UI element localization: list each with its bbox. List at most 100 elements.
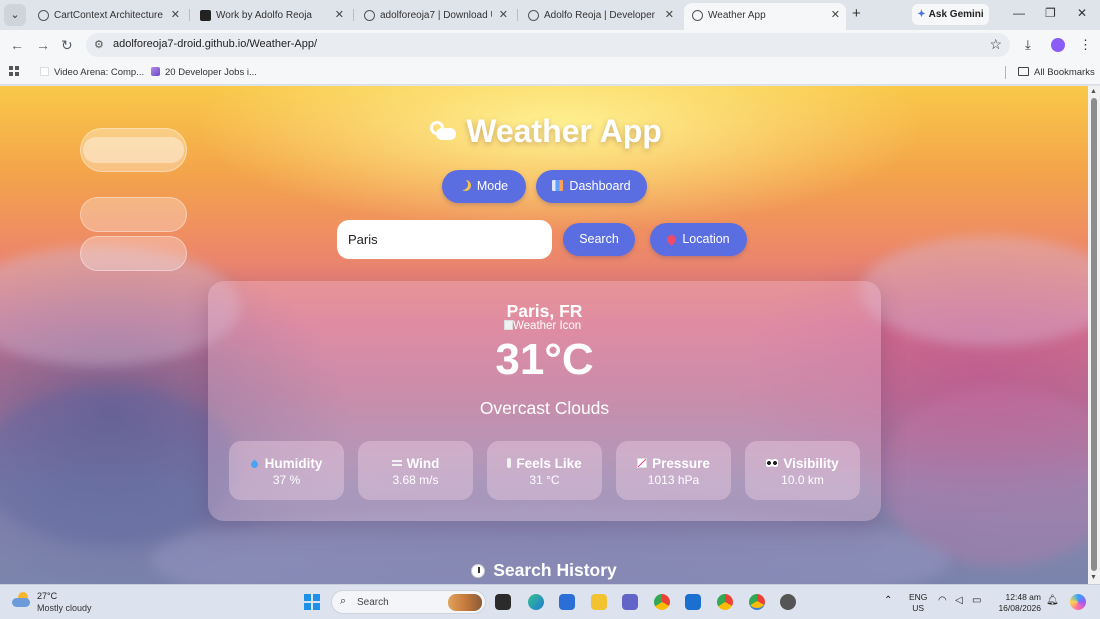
widget-condition[interactable]: Mostly cloudy	[37, 603, 92, 613]
chrome-profile-icon[interactable]	[717, 594, 733, 610]
stat-label: Humidity	[264, 456, 323, 471]
site-settings-icon[interactable]: ⚙	[94, 38, 104, 51]
sun-cloud-icon	[426, 118, 457, 144]
store-icon[interactable]	[685, 594, 701, 610]
bookmark-star-icon[interactable]: ☆	[989, 36, 1002, 53]
city-search-input[interactable]	[337, 220, 552, 259]
stat-value: 10.0 km	[781, 473, 824, 487]
page-icon	[40, 67, 49, 76]
tab-title: Work by Adolfo Reoja	[216, 10, 312, 21]
ask-gemini-button[interactable]: ✦ Ask Gemini	[912, 4, 989, 25]
notification-bell-icon[interactable]: 🔔︎	[1046, 595, 1059, 606]
close-icon[interactable]: ✕	[665, 3, 674, 28]
stat-pressure: Pressure 1013 hPa	[616, 441, 731, 500]
app-icon[interactable]	[780, 594, 796, 610]
search-button-label: Search	[579, 232, 619, 246]
mode-button[interactable]: Mode	[442, 170, 526, 203]
chrome-icon[interactable]	[654, 594, 670, 610]
stat-value: 31 °C	[529, 473, 560, 487]
volume-icon[interactable]: ◁	[955, 595, 963, 606]
profile-avatar[interactable]	[1051, 38, 1065, 52]
tab-cartcontext[interactable]: CartContext Architecture Fix ✕	[30, 3, 186, 28]
tab-work-adolfo[interactable]: Work by Adolfo Reoja ✕	[192, 3, 350, 28]
toolbar: ← → ↻ ⚙ adolforeoja7-droid.github.io/Wea…	[0, 30, 1100, 60]
sidebar-pill[interactable]	[80, 197, 187, 232]
word-icon[interactable]	[559, 594, 575, 610]
stat-humidity: Humidity 37 %	[229, 441, 344, 500]
weather-icon-alt: Weather Icon	[513, 320, 582, 332]
system-clock[interactable]: 12:48 am 16/08/2026	[996, 592, 1041, 614]
windows-start-icon[interactable]	[304, 594, 320, 610]
pen-icon	[151, 67, 160, 76]
bookmark-video-arena[interactable]: Video Arena: Comp...	[40, 67, 144, 78]
tab-title: adolforeoja7 | Download Unit	[380, 10, 492, 21]
wifi-icon[interactable]: ◠	[938, 595, 947, 606]
all-bookmarks-button[interactable]: All Bookmarks	[1018, 67, 1095, 78]
forward-icon[interactable]: →	[36, 37, 50, 53]
bookmarks-divider	[1005, 66, 1006, 79]
sidebar-pill[interactable]	[80, 236, 187, 271]
thermometer-icon	[507, 458, 512, 468]
new-tab-button[interactable]: +	[852, 5, 861, 22]
tab-search-button[interactable]: ⌄	[4, 4, 26, 26]
location-button[interactable]: Location	[650, 223, 747, 256]
chrome-active-icon[interactable]	[749, 594, 765, 610]
globe-icon	[528, 10, 539, 21]
chevron-up-icon[interactable]: ⌃	[884, 595, 892, 606]
dashboard-button[interactable]: Dashboard	[536, 170, 647, 203]
bookmark-label: Video Arena: Comp...	[54, 67, 145, 78]
teams-icon[interactable]	[622, 594, 638, 610]
lang-code: ENG	[909, 592, 928, 602]
copilot-icon[interactable]	[1070, 594, 1086, 610]
weather-app-page: Weather App Mode Dashboard Search Locati…	[0, 86, 1088, 584]
widget-temperature[interactable]: 27°C	[37, 591, 57, 601]
scroll-down-icon[interactable]: ▼	[1090, 574, 1097, 581]
moon-icon	[460, 180, 471, 191]
close-icon[interactable]: ✕	[499, 3, 508, 28]
search-button[interactable]: Search	[563, 223, 635, 256]
taskbar-search[interactable]: ⌕ Search	[331, 590, 486, 614]
close-icon[interactable]: ✕	[335, 3, 344, 28]
battery-icon[interactable]: ▭	[972, 595, 981, 606]
task-view-icon[interactable]	[495, 594, 511, 610]
weather-widget-icon[interactable]	[12, 591, 32, 609]
eyes-icon	[766, 458, 779, 468]
tab-divider	[189, 9, 190, 21]
window-close-button[interactable]: ✕	[1077, 6, 1087, 20]
restore-button[interactable]: ❐	[1045, 6, 1056, 20]
tab-divider	[517, 9, 518, 21]
close-icon[interactable]: ✕	[171, 3, 180, 28]
globe-icon	[38, 10, 49, 21]
tab-weather-app[interactable]: Weather App ✕	[684, 3, 846, 30]
close-icon[interactable]: ✕	[831, 3, 840, 28]
cloud-decoration	[0, 386, 240, 546]
bookmark-developer-jobs[interactable]: 20 Developer Jobs i...	[151, 67, 257, 78]
file-explorer-icon[interactable]	[591, 594, 607, 610]
globe-icon	[692, 10, 703, 21]
tab-title: CartContext Architecture Fix	[54, 10, 164, 21]
scroll-up-icon[interactable]: ▲	[1090, 88, 1097, 95]
url-text: adolforeoja7-droid.github.io/Weather-App…	[113, 38, 318, 50]
stat-wind: Wind 3.68 m/s	[358, 441, 473, 500]
menu-kebab-icon[interactable]: ⋮	[1079, 37, 1092, 53]
apps-grid-icon[interactable]	[9, 66, 20, 77]
download-icon[interactable]: ⤓	[1025, 37, 1031, 53]
stat-feels-like: Feels Like 31 °C	[487, 441, 602, 500]
stat-label: Wind	[406, 456, 440, 471]
edge-icon[interactable]	[528, 594, 544, 610]
ask-gemini-label: Ask Gemini	[928, 9, 984, 20]
stat-visibility: Visibility 10.0 km	[745, 441, 860, 500]
tab-developer-portfolio[interactable]: Adolfo Reoja | Developer Port ✕	[520, 3, 680, 28]
reload-icon[interactable]: ↻	[61, 37, 73, 54]
language-indicator[interactable]: ENG US	[909, 592, 927, 614]
tab-download-unit[interactable]: adolforeoja7 | Download Unit ✕	[356, 3, 514, 28]
address-bar[interactable]: ⚙ adolforeoja7-droid.github.io/Weather-A…	[86, 33, 1010, 57]
scrollbar-thumb[interactable]	[1091, 98, 1097, 571]
page-scrollbar[interactable]: ▲ ▼	[1088, 86, 1100, 584]
globe-icon	[364, 10, 375, 21]
app-title: Weather App	[0, 113, 1088, 150]
bookmarks-bar: Video Arena: Comp... 20 Developer Jobs i…	[0, 60, 1100, 85]
minimize-button[interactable]: —	[1013, 6, 1025, 20]
back-icon[interactable]: ←	[10, 37, 24, 53]
stat-value: 1013 hPa	[647, 473, 700, 487]
